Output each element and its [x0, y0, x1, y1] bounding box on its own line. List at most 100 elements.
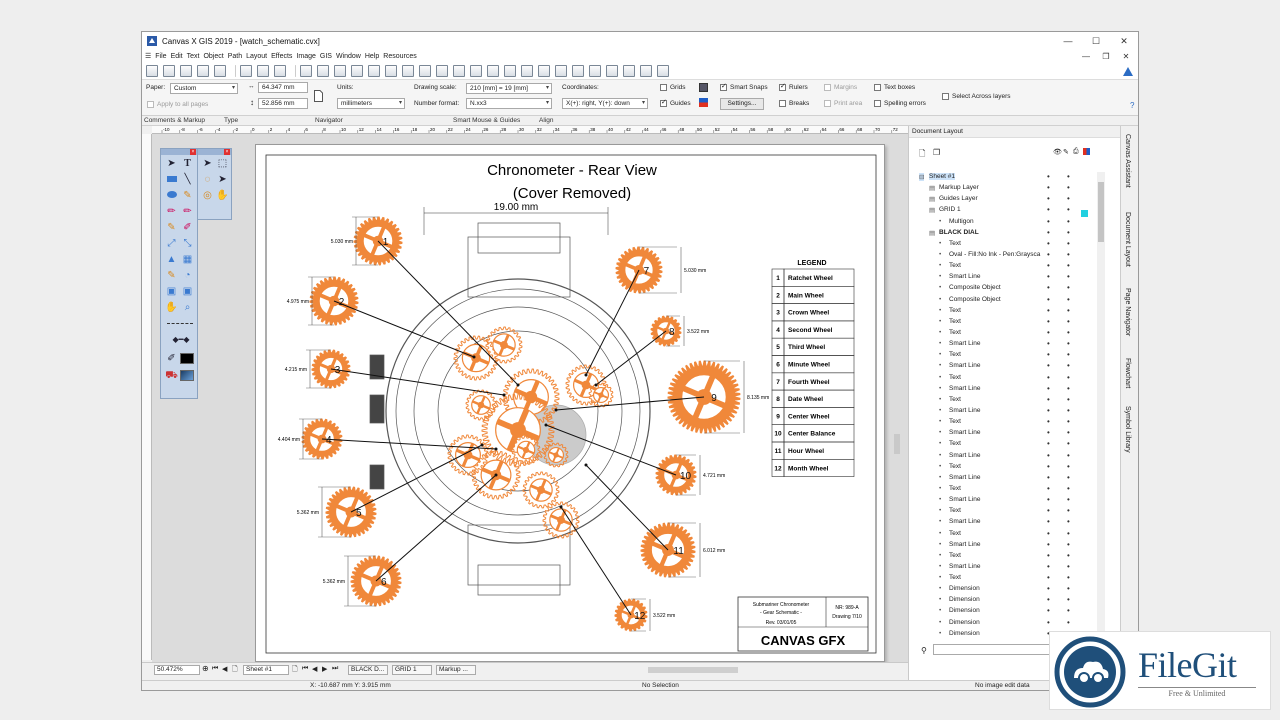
layer-tree-row[interactable]: ⊟ Sheet #1 • • — [919, 172, 1099, 183]
layer-tree-row[interactable]: • Dimension • • — [919, 606, 1099, 617]
section-smart-mouse-guides[interactable]: Smart Mouse & Guides — [453, 117, 520, 124]
tab-symbol-library[interactable]: Symbol Library — [1124, 406, 1131, 453]
add-sheet-icon[interactable]: 🗋 — [292, 665, 298, 676]
print-dot[interactable]: • — [1067, 283, 1070, 292]
breaks-checkbox[interactable] — [779, 100, 786, 107]
print-dot[interactable]: • — [1067, 250, 1070, 259]
measure-icon[interactable] — [640, 64, 652, 77]
paint-bucket-icon[interactable]: ⛟ — [165, 369, 178, 382]
layer-tab-markup[interactable]: Markup ... — [436, 665, 476, 675]
print-dot[interactable]: • — [1067, 573, 1070, 582]
layer-tree-row[interactable]: • Text • • — [919, 551, 1099, 562]
palette-close-icon[interactable]: × — [224, 149, 230, 155]
close-button[interactable]: ✕ — [1110, 32, 1138, 50]
tab-flowchart[interactable]: Flowchart — [1124, 358, 1131, 388]
select-arrow-icon[interactable]: ➤ — [201, 157, 214, 170]
print-dot[interactable]: • — [1067, 183, 1070, 192]
visibility-dot[interactable]: • — [1047, 283, 1050, 292]
layer-tree-row[interactable]: • Smart Line • • — [919, 339, 1099, 350]
section-align[interactable]: Align — [539, 117, 553, 124]
menu-gis[interactable]: GIS — [320, 53, 332, 60]
smart-line-icon[interactable]: ⤢ — [165, 237, 178, 250]
layer-tree-row[interactable]: • Dimension • • — [919, 595, 1099, 606]
settings-button[interactable]: Settings... — [720, 98, 764, 110]
visibility-dot[interactable]: • — [1047, 428, 1050, 437]
fit-page-icon[interactable] — [572, 64, 584, 77]
ungroup-icon[interactable] — [351, 64, 363, 77]
first-sheet-icon[interactable]: ⏮ — [302, 665, 308, 673]
dash-line-style-icon[interactable] — [167, 323, 193, 324]
print-dot[interactable]: • — [1067, 495, 1070, 504]
print-dot[interactable]: • — [1067, 417, 1070, 426]
paper-select[interactable]: Custom — [170, 83, 238, 94]
hamburger-icon[interactable]: ☰ — [145, 52, 151, 60]
visibility-dot[interactable]: • — [1047, 484, 1050, 493]
visibility-dot[interactable]: • — [1047, 317, 1050, 326]
slideshow-icon[interactable] — [538, 64, 550, 77]
layer-tree-row[interactable]: • Text • • — [919, 317, 1099, 328]
print-icon[interactable] — [197, 64, 209, 77]
layer-tree-row[interactable]: • Text • • — [919, 239, 1099, 250]
layer-tree-row[interactable]: • Text • • — [919, 350, 1099, 361]
print-dot[interactable]: • — [1067, 506, 1070, 515]
print-dot[interactable]: • — [1067, 317, 1070, 326]
pan-hand-icon[interactable]: ✋ — [216, 189, 229, 202]
visibility-dot[interactable]: • — [1047, 384, 1050, 393]
margins-checkbox[interactable] — [824, 84, 831, 91]
grids-checkbox[interactable] — [660, 84, 667, 91]
arrange-icon[interactable] — [419, 64, 431, 77]
number-format-select[interactable]: N.xx3 — [466, 98, 552, 109]
layer-tree-row[interactable]: ▤ GRID 1 • • — [919, 205, 1099, 216]
visibility-dot[interactable]: • — [1047, 584, 1050, 593]
new-layer-icon[interactable]: 🗋 — [919, 148, 925, 162]
guides-color-icon[interactable] — [699, 98, 708, 107]
open-icon[interactable] — [180, 64, 192, 77]
canvas-logo-icon[interactable] — [1122, 66, 1134, 77]
export-icon[interactable] — [623, 64, 635, 77]
section-comments-markup[interactable]: Comments & Markup — [144, 117, 205, 124]
layer-tree-row[interactable]: ▤ Guides Layer • • — [919, 194, 1099, 205]
oval-tool-icon[interactable] — [165, 189, 178, 202]
grid-color-icon[interactable] — [699, 83, 708, 92]
print-dot[interactable]: • — [1067, 395, 1070, 404]
section-navigator[interactable]: Navigator — [315, 117, 343, 124]
visibility-dot[interactable]: • — [1047, 228, 1050, 237]
visibility-dot[interactable]: • — [1047, 517, 1050, 526]
last-sheet-icon[interactable]: ⏭ — [332, 665, 338, 673]
print-dot[interactable]: • — [1067, 428, 1070, 437]
fit-width-icon[interactable] — [589, 64, 601, 77]
section-type[interactable]: Type — [224, 117, 238, 124]
visibility-dot[interactable]: • — [1047, 606, 1050, 615]
visibility-dot[interactable]: • — [1047, 306, 1050, 315]
layer-tree-row[interactable]: • Composite Object • • — [919, 283, 1099, 294]
print-dot[interactable]: • — [1067, 373, 1070, 382]
rotate-tool-icon[interactable]: ◔ — [181, 269, 194, 282]
layer-tool-icon[interactable]: ▦ — [181, 253, 194, 266]
visibility-dot[interactable]: • — [1047, 339, 1050, 348]
print-dot[interactable]: • — [1067, 228, 1070, 237]
print-area-checkbox[interactable] — [824, 100, 831, 107]
print-dot[interactable]: • — [1067, 295, 1070, 304]
visibility-dot[interactable]: • — [1047, 239, 1050, 248]
print-dot[interactable]: • — [1067, 595, 1070, 604]
visibility-dot[interactable]: • — [1047, 406, 1050, 415]
layer-tree-row[interactable]: • Text • • — [919, 328, 1099, 339]
zoom-select[interactable]: 50.472% — [154, 665, 200, 675]
connector-icon[interactable]: ⤡ — [181, 237, 194, 250]
visibility-dot[interactable]: • — [1047, 439, 1050, 448]
fill-tool-icon[interactable]: ▲ — [165, 253, 178, 266]
layer-tree-row[interactable]: • Multigon • • — [919, 217, 1099, 228]
visibility-icon[interactable]: 👁 — [1053, 148, 1062, 156]
menu-edit[interactable]: Edit — [171, 53, 183, 60]
print-dot[interactable]: • — [1067, 473, 1070, 482]
visibility-dot[interactable]: • — [1047, 551, 1050, 560]
tree-scrollbar-thumb[interactable] — [1098, 182, 1104, 242]
drawing-page[interactable]: Chronometer - Rear View (Cover Removed) … — [255, 144, 885, 662]
menu-image[interactable]: Image — [296, 53, 315, 60]
layer-tree-row[interactable]: • Text • • — [919, 506, 1099, 517]
bring-front-icon[interactable] — [368, 64, 380, 77]
visibility-dot[interactable]: • — [1047, 373, 1050, 382]
hand-tool-icon[interactable]: ✋ — [165, 301, 178, 314]
marker-tool-icon[interactable]: ✎ — [165, 269, 178, 282]
zoom-icon[interactable]: ⊕ — [202, 664, 209, 673]
